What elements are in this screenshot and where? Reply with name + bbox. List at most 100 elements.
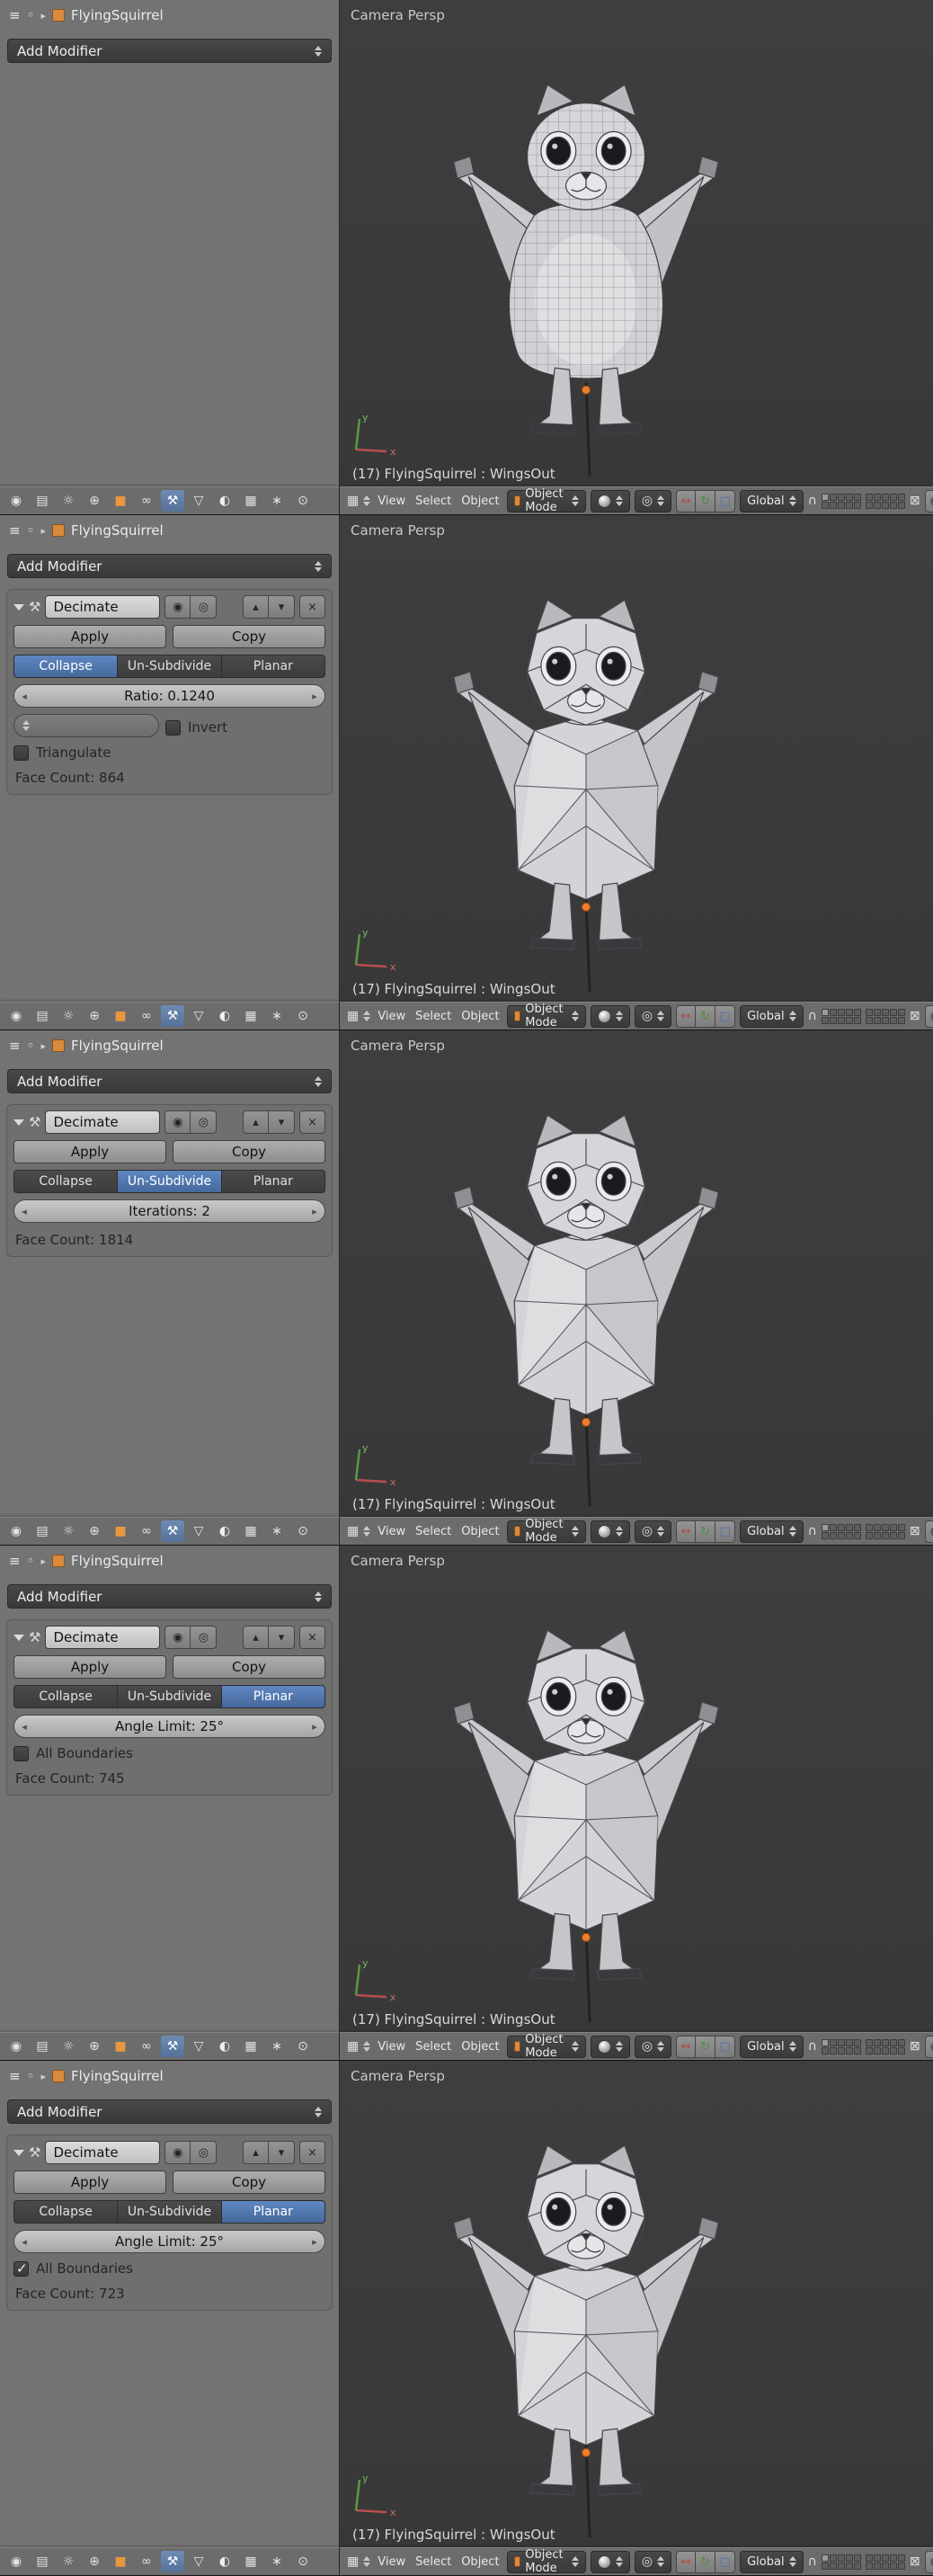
add-modifier-dropdown[interactable]: Add Modifier [7,2099,332,2124]
tab-particles[interactable]: ∗ [265,2036,289,2057]
tab-object-data[interactable]: ▽ [187,2036,210,2057]
shading-dropdown[interactable] [590,1520,630,1543]
viewport-editor-type-icon[interactable]: ▦ [347,494,359,508]
layers-widget[interactable] [821,1008,905,1024]
mode-planar[interactable]: Planar [221,1170,325,1193]
menu-view[interactable]: View [375,495,408,508]
layers-widget[interactable] [821,1523,905,1539]
menu-object[interactable]: Object [458,1525,502,1538]
delete-modifier-button[interactable]: × [299,1626,325,1649]
tab-texture[interactable]: ▦ [239,1005,262,1027]
layers-widget[interactable] [821,2038,905,2055]
tab-object[interactable]: ■ [109,2036,132,2057]
tab-object[interactable]: ■ [109,2551,132,2572]
rotate-manipulator-toggle[interactable]: ↻ [696,2035,716,2058]
tab-world[interactable]: ⊕ [83,490,106,512]
pivot-dropdown[interactable]: ◎ [634,1520,672,1543]
translate-manipulator-toggle[interactable]: ↔ [676,1004,697,1028]
opengl-render-button[interactable]: ◉ [924,489,933,513]
tab-scene[interactable]: ☼ [57,1520,80,1542]
delete-modifier-button[interactable]: × [299,1110,325,1134]
move-up-button[interactable]: ▴ [243,595,269,619]
pin-icon[interactable]: ◦ [27,1553,35,1569]
tab-modifiers[interactable]: ⚒ [161,490,184,512]
tab-render[interactable]: ◉ [4,490,28,512]
layers-group-2[interactable] [865,2038,905,2055]
rotate-manipulator-toggle[interactable]: ↻ [696,1520,716,1543]
tab-world[interactable]: ⊕ [83,2551,106,2572]
mode-collapse[interactable]: Collapse [13,1170,119,1193]
tab-constraints[interactable]: ∞ [135,1520,158,1542]
modifier-name-field[interactable]: Decimate [45,1110,161,1134]
mode-planar[interactable]: Planar [221,2200,325,2224]
apply-button[interactable]: Apply [13,1655,166,1679]
tab-render-layers[interactable]: ▤ [31,2036,54,2057]
tab-render-layers[interactable]: ▤ [31,1005,54,1027]
mode-planar[interactable]: Planar [221,1685,325,1708]
pivot-dropdown[interactable]: ◎ [634,2550,672,2573]
lock-icon[interactable]: ⊠ [910,494,920,508]
editor-menu-icon[interactable]: ≡ [9,1553,21,1569]
tab-physics[interactable]: ⊙ [291,2036,315,2057]
tab-object-data[interactable]: ▽ [187,1520,210,1542]
pivot-dropdown[interactable]: ◎ [634,1004,672,1028]
render-visibility-toggle[interactable]: ◉ [164,1110,191,1134]
tab-modifiers[interactable]: ⚒ [161,1005,184,1027]
orientation-dropdown[interactable]: Global [740,489,804,513]
decrement-arrow-icon[interactable]: ◂ [16,685,32,707]
tab-scene[interactable]: ☼ [57,2036,80,2057]
editor-menu-icon[interactable]: ≡ [9,2068,21,2084]
tab-constraints[interactable]: ∞ [135,490,158,512]
tab-scene[interactable]: ☼ [57,1005,80,1027]
snap-magnet-icon[interactable]: ∩ [808,1524,817,1538]
layers-widget[interactable] [821,493,905,509]
layers-group-2[interactable] [865,493,905,509]
tab-world[interactable]: ⊕ [83,2036,106,2057]
pivot-dropdown[interactable]: ◎ [634,489,672,513]
squirrel-model[interactable] [444,1623,728,2028]
expand-triangle-icon[interactable] [13,2149,24,2156]
layers-group-2[interactable] [865,2554,905,2570]
tab-scene[interactable]: ☼ [57,490,80,512]
menu-view[interactable]: View [375,2040,408,2054]
scale-manipulator-toggle[interactable]: □ [715,1004,736,1028]
tab-object[interactable]: ■ [109,1005,132,1027]
viewport-visibility-toggle[interactable]: ◎ [191,1110,218,1134]
delete-modifier-button[interactable]: × [299,2141,325,2164]
viewport-3d[interactable]: Camera Persp x y (17) FlyingSquirrel : W… [340,1546,933,2060]
mode-planar[interactable]: Planar [221,655,325,678]
mode-dropdown[interactable]: Object Mode [506,2548,586,2575]
tab-scene[interactable]: ☼ [57,2551,80,2572]
triangulate-checkbox[interactable] [13,744,29,761]
translate-manipulator-toggle[interactable]: ↔ [676,489,697,513]
squirrel-model[interactable] [444,593,728,997]
opengl-render-button[interactable]: ◉ [924,2035,933,2058]
tab-constraints[interactable]: ∞ [135,1005,158,1027]
menu-select[interactable]: Select [413,2555,454,2569]
tab-particles[interactable]: ∗ [265,2551,289,2572]
vertex-group-field[interactable] [13,714,159,737]
mode-collapse[interactable]: Collapse [13,1685,119,1708]
tab-object-data[interactable]: ▽ [187,2551,210,2572]
tab-material[interactable]: ◐ [213,1005,236,1027]
scale-manipulator-toggle[interactable]: □ [715,2035,736,2058]
expand-triangle-icon[interactable] [13,1119,24,1126]
opengl-render-button[interactable]: ◉ [924,1520,933,1543]
shading-dropdown[interactable] [590,489,630,513]
menu-select[interactable]: Select [413,1525,454,1538]
copy-button[interactable]: Copy [173,1140,325,1163]
snap-magnet-icon[interactable]: ∩ [808,2554,817,2569]
lock-icon[interactable]: ⊠ [910,1009,920,1023]
move-down-button[interactable]: ▾ [269,1110,295,1134]
menu-view[interactable]: View [375,1010,408,1023]
expand-triangle-icon[interactable] [13,1634,24,1641]
lock-icon[interactable]: ⊠ [910,2554,920,2569]
viewport-3d[interactable]: Camera Persp x y (17) FlyingSquirrel : W… [340,2061,933,2575]
render-visibility-toggle[interactable]: ◉ [164,1626,191,1649]
apply-button[interactable]: Apply [13,2170,166,2194]
tab-material[interactable]: ◐ [213,2551,236,2572]
editor-menu-icon[interactable]: ≡ [9,522,21,539]
decrement-arrow-icon[interactable]: ◂ [16,1200,32,1222]
mode-unsubdivide[interactable]: Un-Subdivide [118,1170,222,1193]
pin-icon[interactable]: ◦ [27,2068,35,2084]
